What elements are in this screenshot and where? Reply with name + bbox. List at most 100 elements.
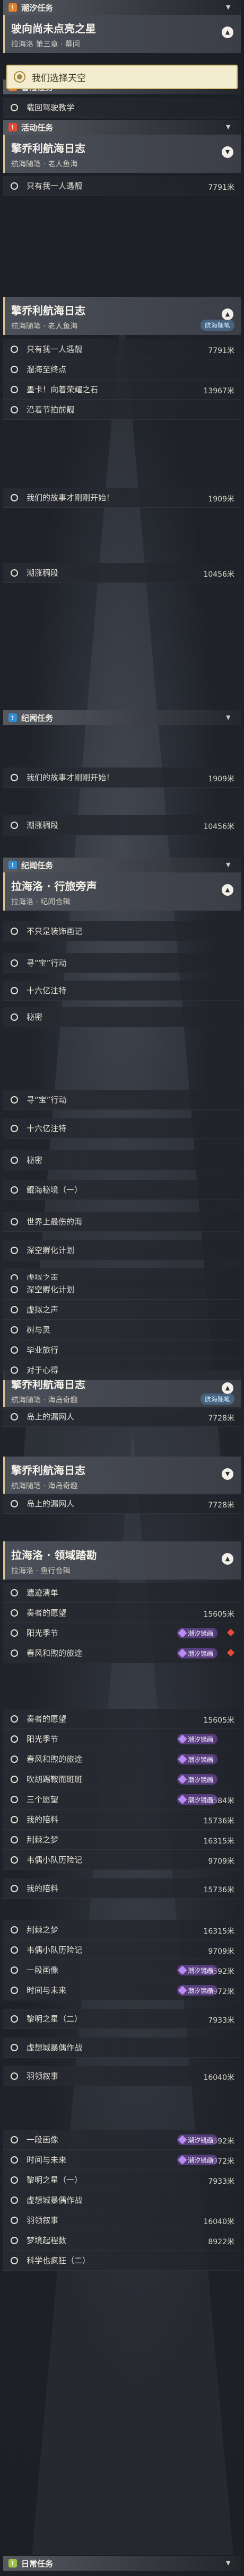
step-status-icon bbox=[11, 103, 18, 111]
collapse-toggle-button[interactable]: ▲ bbox=[222, 884, 233, 896]
quest-step[interactable]: 三个愿望 15584米 潮汐镜画 bbox=[3, 1789, 241, 1810]
quest-card[interactable]: 擎乔利航海日志 航海随笔 · 老人鱼海 ▼ bbox=[3, 135, 241, 173]
quest-step[interactable]: 只有我一人遇靓 7791米 bbox=[3, 339, 241, 359]
step-label: 黎明之星（一） bbox=[27, 2175, 83, 2185]
quest-step[interactable]: 奏者的愿望 15605米 bbox=[3, 1603, 241, 1623]
quest-step[interactable]: 树与灵 bbox=[3, 1320, 241, 1340]
quest-title: 拉海洛 · 领域踏勘 bbox=[11, 1549, 97, 1562]
step-status-icon bbox=[11, 2176, 18, 2184]
step-label: 毕业旅行 bbox=[27, 1345, 59, 1355]
quest-step[interactable]: 韦偶小队历险记 9709米 bbox=[3, 1940, 241, 1960]
quest-step[interactable]: 不只是装饰画记 bbox=[3, 921, 241, 941]
quest-step[interactable]: 我的陪料 15736米 bbox=[3, 1810, 241, 1830]
step-status-icon bbox=[11, 1096, 18, 1104]
quest-step[interactable]: 时间与未来 7972米 潮汐镜画 bbox=[3, 1980, 241, 2000]
quest-step[interactable]: 毕业旅行 bbox=[3, 1340, 241, 1360]
quest-step[interactable]: 科学也疯狂（二） bbox=[3, 2251, 241, 2271]
quest-step[interactable]: 潮涨稠段 10456米 bbox=[3, 815, 241, 835]
quest-card[interactable]: 擎乔利航海日志 航海随笔 · 老人鱼海 ▲ 航海随笔 bbox=[3, 297, 241, 335]
section-header[interactable]: ! 纪闻任务 ▼ bbox=[3, 858, 241, 872]
step-label: 奏者的愿望 bbox=[27, 1608, 67, 1618]
section-title: 纪闻任务 bbox=[21, 860, 54, 870]
collapse-toggle-button[interactable]: ▼ bbox=[222, 1468, 233, 1480]
quest-step[interactable]: 羽领叙事 16040米 bbox=[3, 2066, 241, 2086]
quest-step[interactable]: 羽领叙事 16040米 bbox=[3, 2210, 241, 2230]
collapse-toggle-button[interactable]: ▲ bbox=[222, 27, 233, 38]
quest-title: 擎乔利航海日志 bbox=[11, 1464, 85, 1477]
quest-step[interactable]: 阳光季节 潮汐镜画 bbox=[3, 1729, 241, 1749]
collapse-toggle-button[interactable]: ▲ bbox=[222, 1553, 233, 1565]
step-status-icon bbox=[11, 1124, 18, 1132]
reward-label: 潮汐镜画 bbox=[187, 1966, 213, 1974]
step-distance: 16315米 bbox=[203, 1927, 234, 1936]
quest-step[interactable]: 对于心得 bbox=[3, 1360, 241, 1380]
tracked-step[interactable]: 我们选择天空 bbox=[6, 65, 238, 89]
step-distance: 16040米 bbox=[203, 2218, 234, 2226]
quest-step[interactable]: 虚拟之声 bbox=[3, 1300, 241, 1320]
quest-card[interactable]: 驶向尚未点亮之星 拉海洛 第三章 · 幕间 ▲ bbox=[3, 15, 241, 53]
step-status-icon bbox=[11, 2216, 18, 2224]
quest-step[interactable]: 梦境起程数 8922米 bbox=[3, 2230, 241, 2251]
quest-card[interactable]: 拉海洛 · 行旅旁声 拉海洛 · 纪闻合辑 ▲ bbox=[3, 872, 241, 911]
quest-step[interactable]: 虚想城暴偶作战 bbox=[3, 2037, 241, 2058]
quest-step[interactable]: 时间与未来 7972米 潮汐镜画 bbox=[3, 2150, 241, 2170]
quest-step[interactable]: 深空孵化计划 bbox=[3, 1240, 241, 1260]
quest-card[interactable]: 擎乔利航海日志 航海随笔 · 海岛奇趣 ▼ bbox=[3, 1457, 241, 1495]
quest-step[interactable]: 吹胡踢鞍而斑斑 潮汐镜画 bbox=[3, 1769, 241, 1789]
quest-step[interactable]: 遗迹清单 bbox=[3, 1583, 241, 1603]
step-status-icon bbox=[11, 2072, 18, 2080]
section-header[interactable]: ! 潮汐任务 ▼ bbox=[3, 0, 241, 15]
quest-step[interactable]: 黎明之星（二） 7933米 bbox=[3, 2009, 241, 2029]
quest-step[interactable]: 只有我一人遇靓 7791米 bbox=[3, 176, 241, 196]
collapse-toggle-button[interactable]: ▲ bbox=[222, 1382, 233, 1394]
quest-step[interactable]: 岛上的漏网人 7728米 bbox=[3, 1407, 241, 1427]
quest-step[interactable]: 荆棘之梦 16315米 bbox=[3, 1830, 241, 1850]
quest-step[interactable]: 载回驾驶教学 bbox=[3, 98, 241, 118]
quest-step[interactable]: 寻“宝”行动 bbox=[3, 953, 241, 973]
section-header[interactable]: ! 活动任务 ▼ bbox=[3, 120, 241, 135]
quest-step[interactable]: 春风和煦的旅途 潮汐镜画 bbox=[3, 1643, 241, 1663]
quest-card[interactable]: 拉海洛 · 领域踏勘 拉海洛 · 鱼行合辑 ▲ bbox=[3, 1541, 241, 1580]
section-header[interactable]: ! 纪闻任务 ▼ bbox=[3, 710, 241, 725]
quest-step[interactable]: 墨卡！向着荣耀之石 13967米 bbox=[3, 380, 241, 400]
quest-step[interactable]: 我们的故事才刚刚开始！ 1909米 bbox=[3, 488, 241, 508]
step-label: 春风和煦的旅途 bbox=[27, 1754, 83, 1764]
step-distance: 7933米 bbox=[208, 2016, 234, 2025]
step-status-icon bbox=[11, 1346, 18, 1354]
quest-step[interactable]: 韦偶小队历险记 9709米 bbox=[3, 1850, 241, 1870]
quest-step[interactable]: 十六亿注特 bbox=[3, 1118, 241, 1139]
quest-step[interactable]: 奏者的愿望 15605米 bbox=[3, 1709, 241, 1729]
quest-step[interactable]: 一段画像 15592米 潮汐镜画 bbox=[3, 2130, 241, 2150]
quest-step[interactable]: 我们的故事才刚刚开始！ 1909米 bbox=[3, 767, 241, 788]
quest-step[interactable]: 潮涨稠段 10456米 bbox=[3, 563, 241, 583]
quest-step[interactable]: 寻“宝”行动 bbox=[3, 1090, 241, 1110]
quest-step[interactable]: 黎明之星（一） 7933米 bbox=[3, 2170, 241, 2190]
quest-step[interactable]: 深空孵化计划 bbox=[3, 1280, 241, 1300]
section-header[interactable]: ! 日常任务 ▼ bbox=[3, 2556, 241, 2571]
quest-step[interactable]: 虚想城暴偶作战 bbox=[3, 2190, 241, 2210]
step-distance: 15605米 bbox=[203, 1716, 234, 1725]
quest-step[interactable]: 鲲海秘境（一） bbox=[3, 1180, 241, 1200]
quest-step[interactable]: 世界上最伤的海 bbox=[3, 1212, 241, 1232]
reward-label: 潮汐镜画 bbox=[187, 1629, 213, 1637]
quest-step[interactable]: 沿着节拍前靓 bbox=[3, 400, 241, 420]
quest-step[interactable]: 秘密 bbox=[3, 1150, 241, 1170]
step-status-icon bbox=[11, 1755, 18, 1763]
chevron-icon: ▼ bbox=[226, 123, 231, 130]
collapse-toggle-button[interactable]: ▲ bbox=[222, 308, 233, 320]
quest-step[interactable]: 春风和煦的旅途 潮汐镜画 bbox=[3, 1749, 241, 1769]
quest-step[interactable]: 阳光季节 潮汐镜画 bbox=[3, 1623, 241, 1643]
quest-step[interactable]: 荆棘之梦 16315米 bbox=[3, 1920, 241, 1940]
quest-step[interactable]: 一段画像 15592米 潮汐镜画 bbox=[3, 1960, 241, 1980]
step-status-icon bbox=[11, 2156, 18, 2164]
step-label: 深空孵化计划 bbox=[27, 1285, 75, 1294]
quest-step[interactable]: 岛上的漏网人 7728米 bbox=[3, 1494, 241, 1514]
quest-step[interactable]: 我的陪料 15736米 bbox=[3, 1878, 241, 1899]
reward-badge: 潮汐镜画 bbox=[177, 1648, 217, 1658]
quest-step[interactable]: 十六亿注特 bbox=[3, 981, 241, 1001]
step-status-icon bbox=[11, 1366, 18, 1374]
quest-step[interactable]: 秘密 bbox=[3, 1007, 241, 1027]
quest-step[interactable]: 溜海至终点 bbox=[3, 359, 241, 380]
step-status-icon bbox=[11, 569, 18, 577]
collapse-toggle-button[interactable]: ▼ bbox=[222, 146, 233, 158]
